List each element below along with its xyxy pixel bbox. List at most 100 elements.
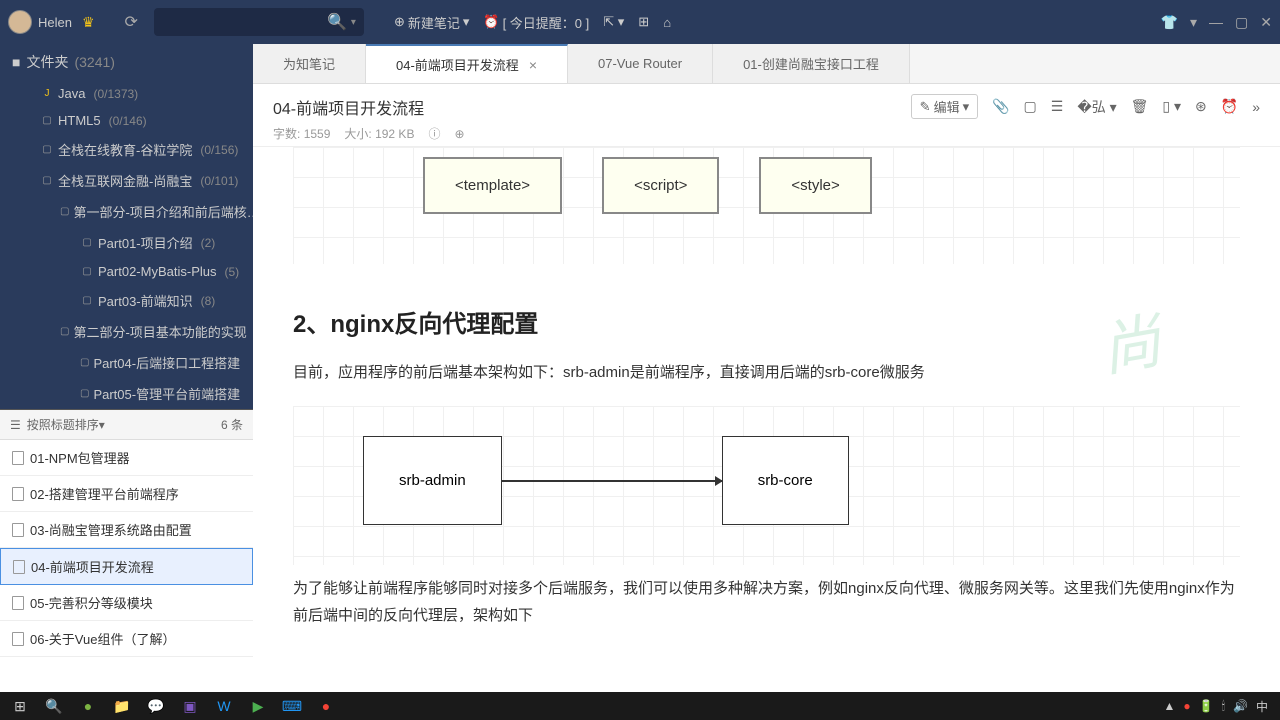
item-count: 6 条 [221, 416, 243, 433]
tabs: 为知笔记04-前端项目开发流程×07-Vue Router01-创建尚融宝接口工… [253, 44, 1280, 84]
doc-icon [12, 523, 24, 537]
folder-header[interactable]: ■ 文件夹 (3241) [0, 44, 253, 80]
add-icon[interactable]: ⊕ [454, 127, 464, 141]
tray-icon[interactable]: 🔋 [1199, 699, 1214, 713]
task-app[interactable]: 💬 [140, 694, 172, 718]
edit-button[interactable]: ✎ 编辑 ▾ [911, 94, 978, 119]
sidebar: ■ 文件夹 (3241) Java(0/1373)HTML5(0/146)全栈在… [0, 44, 253, 692]
note-item[interactable]: 05-完善积分等级模块 [0, 585, 253, 621]
folder-icon [80, 387, 89, 401]
paragraph: 为了能够让前端程序能够同时对接多个后端服务，我们可以使用多种解决方案，例如ngi… [293, 575, 1240, 629]
apps-icon[interactable]: ⊞ [638, 14, 649, 30]
tab[interactable]: 04-前端项目开发流程× [366, 44, 568, 83]
ime-indicator[interactable]: 中 [1256, 698, 1268, 715]
doc-body[interactable]: <template> <script> <style> 尚 2、nginx反向代… [253, 147, 1280, 692]
arch-box-left: srb-admin [363, 436, 502, 525]
sort-icon[interactable]: ☰ [10, 418, 21, 432]
info-icon[interactable]: ⓘ [428, 125, 440, 142]
comment-icon[interactable]: ▢ [1024, 98, 1037, 115]
chevron-down-icon[interactable]: ▾ [351, 17, 356, 28]
username[interactable]: Helen [38, 15, 72, 30]
folder-icon [40, 143, 54, 157]
doc-icon [12, 596, 24, 610]
outline-icon[interactable]: ☰ [1051, 98, 1064, 115]
task-app[interactable]: 📁 [106, 694, 138, 718]
tray-icon[interactable]: ● [1183, 699, 1190, 713]
note-item[interactable]: 04-前端项目开发流程 [0, 548, 253, 585]
tab[interactable]: 01-创建尚融宝接口工程 [713, 44, 910, 83]
tree-item[interactable]: Part05-管理平台前端搭建 [0, 378, 253, 409]
tree-item[interactable]: 第二部分-项目基本功能的实现 [0, 316, 253, 347]
folder-icon [60, 325, 69, 339]
tree-item[interactable]: Part01-项目介绍(2) [0, 227, 253, 258]
note-item[interactable]: 01-NPM包管理器 [0, 440, 253, 476]
search-icon: 🔍 [327, 12, 347, 32]
tray-icon[interactable]: 🔊 [1233, 699, 1248, 713]
maximize-button[interactable]: ▢ [1235, 14, 1248, 31]
content-area: 为知笔记04-前端项目开发流程×07-Vue Router01-创建尚融宝接口工… [253, 44, 1280, 692]
menu-icon[interactable]: ▾ [1190, 14, 1197, 31]
more-icon[interactable]: » [1252, 99, 1260, 115]
task-app[interactable]: ⌨ [276, 694, 308, 718]
new-note-button[interactable]: ⊕ 新建笔记 ▾ [394, 13, 469, 32]
share-icon[interactable]: �弘 ▾ [1077, 97, 1116, 117]
folder-icon [40, 174, 54, 188]
delete-icon[interactable]: 🗑 [1131, 98, 1149, 115]
task-app[interactable]: ▣ [174, 694, 206, 718]
tree-item[interactable]: 全栈在线教育-谷粒学院(0/156) [0, 134, 253, 165]
tree-item[interactable]: Part02-MyBatis-Plus(5) [0, 258, 253, 285]
doc-title: 04-前端项目开发流程 [273, 95, 911, 119]
home-icon[interactable]: ⌂ [663, 15, 671, 30]
tree-item[interactable]: 第一部分-项目介绍和前后端核… [0, 196, 253, 227]
doc-icon [12, 632, 24, 646]
section-heading: 2、nginx反向代理配置 [293, 304, 1240, 339]
tab[interactable]: 07-Vue Router [568, 44, 713, 83]
notelist-header[interactable]: ☰ 按照标题排序 ▾ 6 条 [0, 410, 253, 440]
sync-icon[interactable]: 👕 [1161, 14, 1178, 31]
tray-icon[interactable]: ▲ [1164, 699, 1176, 713]
task-app[interactable]: ● [72, 694, 104, 718]
note-item[interactable]: 03-尚融宝管理系统路由配置 [0, 512, 253, 548]
diagram-box: <script> [602, 157, 719, 214]
doc-header: 04-前端项目开发流程 ✎ 编辑 ▾ 📎 ▢ ☰ �弘 ▾ 🗑 ▯ ▾ ⊛ ⏰ … [253, 84, 1280, 147]
tree-item[interactable]: Part04-后端接口工程搭建 [0, 347, 253, 378]
minimize-button[interactable]: — [1209, 14, 1223, 31]
close-button[interactable]: ✕ [1260, 14, 1272, 31]
start-button[interactable]: ⊞ [4, 694, 36, 718]
tree-item[interactable]: Part03-前端知识(8) [0, 285, 253, 316]
avatar[interactable] [8, 10, 32, 34]
alarm-icon[interactable]: ⏰ [1221, 98, 1238, 115]
chevron-down-icon[interactable]: ▾ [99, 418, 105, 432]
folder-icon [80, 356, 89, 370]
tree-item[interactable]: 全栈互联网金融-尚融宝(0/101) [0, 165, 253, 196]
search-task-icon[interactable]: 🔍 [38, 694, 70, 718]
reminder-button[interactable]: ⏰ [ 今日提醒：0 ] [483, 13, 589, 32]
external-icon[interactable]: ⇱ ▾ [603, 14, 624, 30]
task-app[interactable]: ● [310, 694, 342, 718]
tree-item[interactable]: Java(0/1373) [0, 80, 253, 107]
folder-icon [80, 265, 94, 279]
titlebar: Helen ♛ ⟳ 🔍 ▾ ⊕ 新建笔记 ▾ ⏰ [ 今日提醒：0 ] ⇱ ▾ … [0, 0, 1280, 44]
note-item[interactable]: 06-关于Vue组件（了解） [0, 621, 253, 657]
folder-icon [80, 236, 94, 250]
book-icon[interactable]: ▯ ▾ [1162, 98, 1181, 115]
js-icon [40, 87, 54, 101]
tray-icon[interactable]: 🕯 [1222, 699, 1225, 714]
paragraph: 目前，应用程序的前后端基本架构如下：srb-admin是前端程序，直接调用后端的… [293, 359, 1240, 386]
refresh-icon[interactable]: ⟳ [125, 12, 138, 32]
arrow-icon [502, 480, 722, 482]
close-icon[interactable]: × [529, 57, 537, 73]
search-input[interactable]: 🔍 ▾ [154, 8, 364, 36]
tree-item[interactable]: HTML5(0/146) [0, 107, 253, 134]
task-app[interactable]: W [208, 694, 240, 718]
attachment-icon[interactable]: 📎 [992, 98, 1009, 115]
doc-icon [13, 560, 25, 574]
diagram-box: <template> [423, 157, 562, 214]
task-app[interactable]: ▶ [242, 694, 274, 718]
crown-icon[interactable]: ♛ [82, 14, 95, 31]
note-item[interactable]: 02-搭建管理平台前端程序 [0, 476, 253, 512]
arch-box-right: srb-core [722, 436, 849, 525]
link-icon[interactable]: ⊛ [1195, 98, 1207, 115]
tab[interactable]: 为知笔记 [253, 44, 366, 83]
doc-icon [12, 487, 24, 501]
